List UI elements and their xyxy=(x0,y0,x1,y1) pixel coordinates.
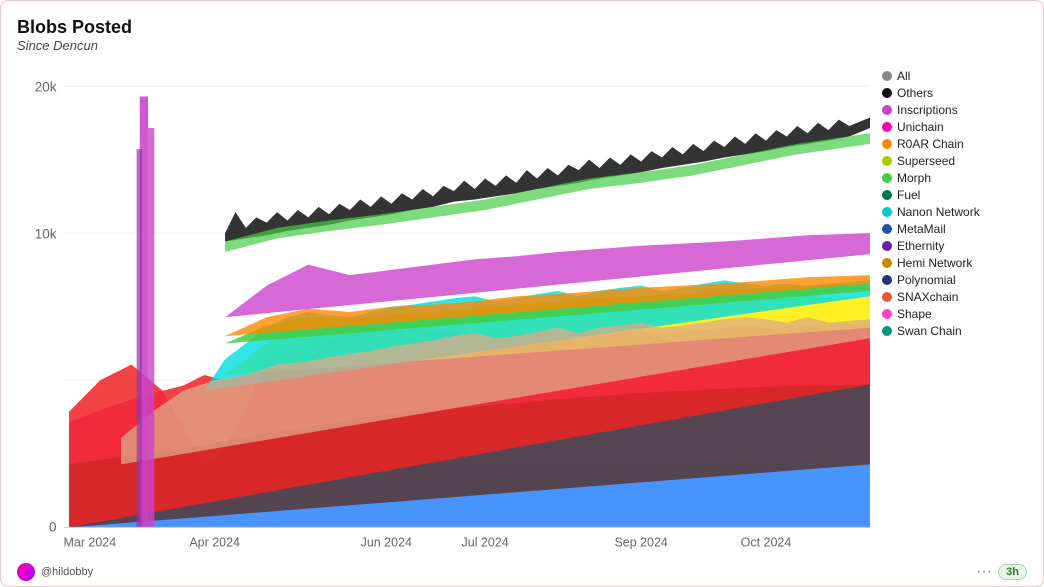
legend-item-label: Polynomial xyxy=(897,273,956,287)
legend-item[interactable]: MetaMail xyxy=(882,222,1035,236)
legend-item[interactable]: Superseed xyxy=(882,154,1035,168)
legend-color-dot xyxy=(882,258,892,268)
legend-item[interactable]: Others xyxy=(882,86,1035,100)
legend-item-label: Nanon Network xyxy=(897,205,980,219)
footer-controls[interactable]: ··· 3h xyxy=(976,563,1027,581)
legend-item[interactable]: Shape xyxy=(882,307,1035,321)
chart-title: Blobs Posted xyxy=(17,17,1035,38)
legend-item-label: SNAXchain xyxy=(897,290,958,304)
legend-item-label: Inscriptions xyxy=(897,103,958,117)
legend-item-label: Ethernity xyxy=(897,239,944,253)
chart-legend: All Others Inscriptions Unichain R0AR Ch… xyxy=(870,65,1035,559)
author-handle: @hildobby xyxy=(41,566,93,578)
legend-color-dot xyxy=(882,190,892,200)
legend-color-dot xyxy=(882,326,892,336)
legend-item[interactable]: Swan Chain xyxy=(882,324,1035,338)
legend-item-label: Superseed xyxy=(897,154,955,168)
legend-color-dot xyxy=(882,224,892,234)
ellipsis-icon[interactable]: ··· xyxy=(976,563,992,581)
legend-color-dot xyxy=(882,173,892,183)
legend-item-label: Others xyxy=(897,86,933,100)
legend-color-dot xyxy=(882,105,892,115)
legend-item[interactable]: Nanon Network xyxy=(882,205,1035,219)
svg-text:Jul 2024: Jul 2024 xyxy=(462,535,509,549)
legend-item-label: Fuel xyxy=(897,188,920,202)
legend-color-dot xyxy=(882,207,892,217)
svg-text:10k: 10k xyxy=(35,226,57,241)
legend-item-label: R0AR Chain xyxy=(897,137,964,151)
legend-color-dot xyxy=(882,241,892,251)
legend-item-label: Unichain xyxy=(897,120,944,134)
svg-text:Apr 2024: Apr 2024 xyxy=(189,535,240,549)
footer-author-area: @hildobby xyxy=(17,563,93,581)
legend-item[interactable]: Polynomial xyxy=(882,273,1035,287)
svg-text:20k: 20k xyxy=(35,79,57,94)
legend-item[interactable]: R0AR Chain xyxy=(882,137,1035,151)
legend-item-label: Hemi Network xyxy=(897,256,972,270)
legend-item[interactable]: Hemi Network xyxy=(882,256,1035,270)
legend-item[interactable]: Morph xyxy=(882,171,1035,185)
legend-color-dot xyxy=(882,309,892,319)
legend-item-label: Shape xyxy=(897,307,932,321)
legend-item[interactable]: SNAXchain xyxy=(882,290,1035,304)
svg-text:Oct 2024: Oct 2024 xyxy=(741,535,792,549)
legend-item[interactable]: Fuel xyxy=(882,188,1035,202)
legend-item-label: All xyxy=(897,69,910,83)
legend-item-label: Swan Chain xyxy=(897,324,962,338)
legend-item[interactable]: All xyxy=(882,69,1035,83)
refresh-badge[interactable]: 3h xyxy=(998,564,1027,580)
legend-color-dot xyxy=(882,275,892,285)
svg-text:Mar 2024: Mar 2024 xyxy=(63,535,116,549)
svg-text:Sep 2024: Sep 2024 xyxy=(614,535,667,549)
legend-color-dot xyxy=(882,88,892,98)
legend-color-dot xyxy=(882,292,892,302)
legend-color-dot xyxy=(882,122,892,132)
legend-item[interactable]: Unichain xyxy=(882,120,1035,134)
author-avatar xyxy=(17,563,35,581)
svg-text:Jun 2024: Jun 2024 xyxy=(361,535,412,549)
legend-item[interactable]: Inscriptions xyxy=(882,103,1035,117)
legend-item-label: MetaMail xyxy=(897,222,946,236)
legend-item-label: Morph xyxy=(897,171,931,185)
svg-text:0: 0 xyxy=(49,520,57,535)
legend-item[interactable]: Ethernity xyxy=(882,239,1035,253)
chart-subtitle: Since Dencun xyxy=(17,38,1035,53)
legend-color-dot xyxy=(882,156,892,166)
legend-color-dot xyxy=(882,71,892,81)
chart-canvas: 10k 20k 0 xyxy=(17,65,870,559)
legend-color-dot xyxy=(882,139,892,149)
